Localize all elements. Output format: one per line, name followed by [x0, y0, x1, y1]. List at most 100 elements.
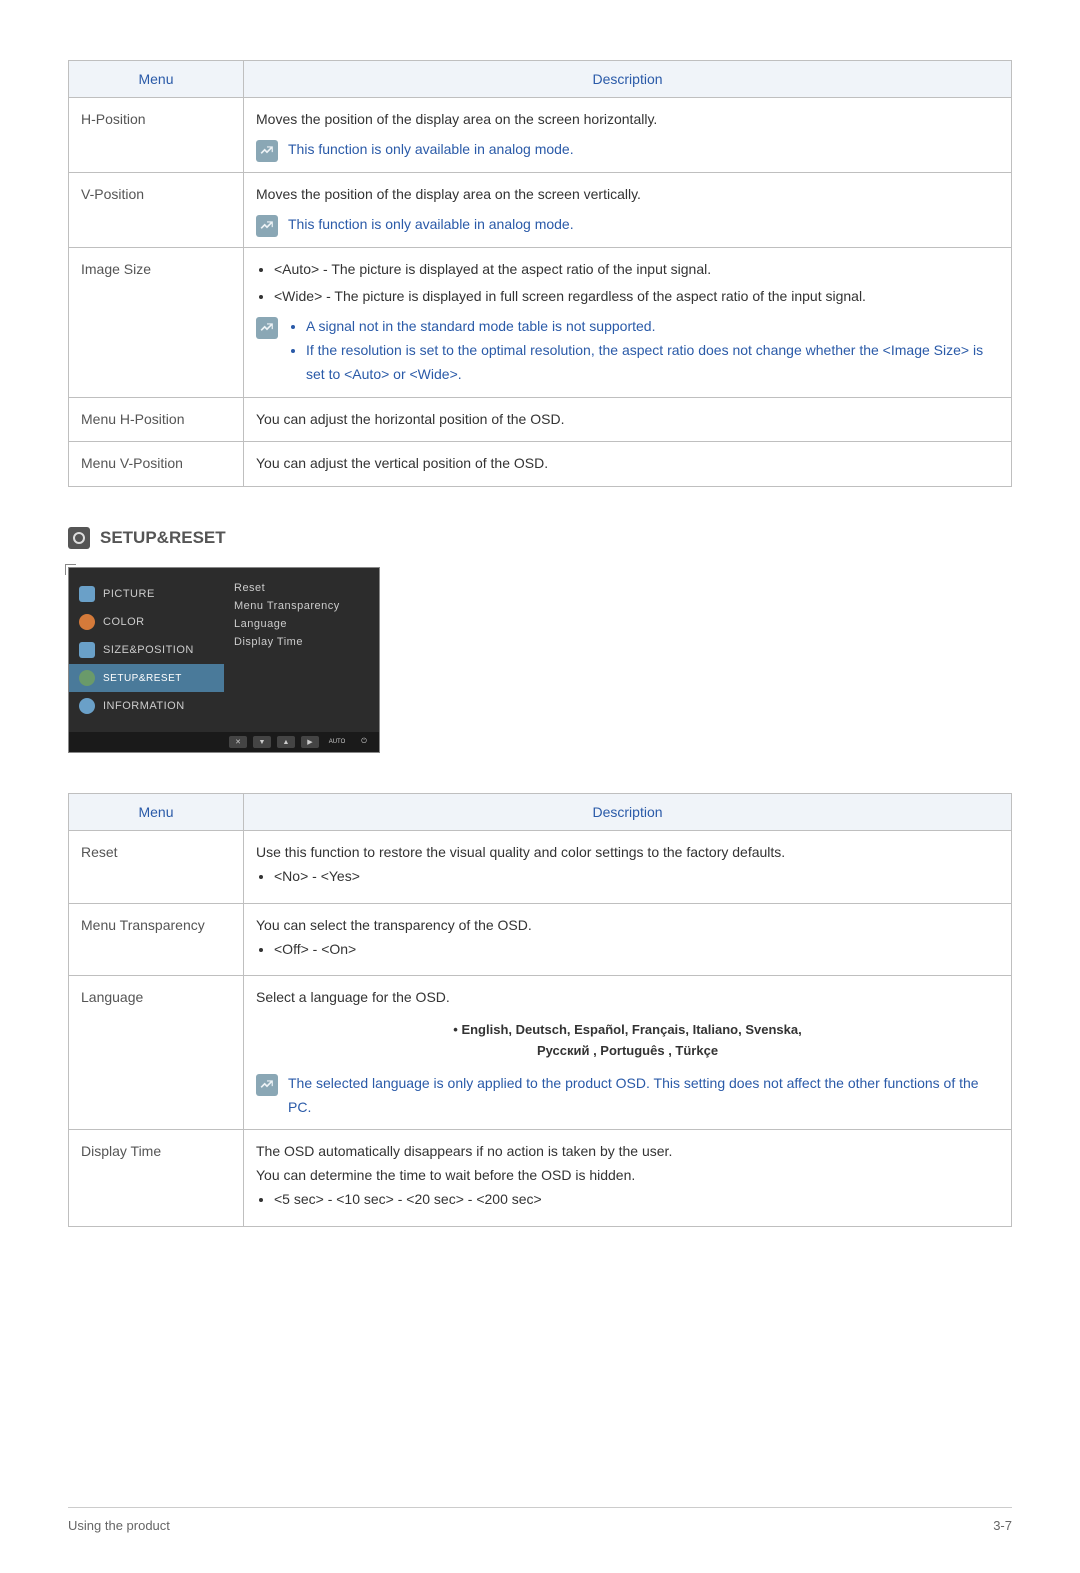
note: A signal not in the standard mode table …: [256, 315, 999, 386]
desc-cell: You can adjust the horizontal position o…: [244, 397, 1012, 442]
osd-corner-decoration: [65, 564, 76, 575]
menu-cell: Display Time: [69, 1130, 244, 1226]
osd-sub-item: Language: [234, 618, 369, 630]
col-menu: Menu: [69, 794, 244, 831]
table-row: Reset Use this function to restore the v…: [69, 831, 1012, 904]
note-icon: [256, 317, 278, 339]
heading-text: SETUP&RESET: [100, 528, 226, 548]
table-row: H-Position Moves the position of the dis…: [69, 98, 1012, 173]
section-heading: SETUP&RESET: [68, 527, 1012, 549]
desc-cell: <Auto> - The picture is displayed at the…: [244, 247, 1012, 397]
desc-text: Use this function to restore the visual …: [256, 841, 999, 865]
list-item: <No> - <Yes>: [274, 865, 999, 889]
osd-submenu: Reset Menu Transparency Language Display…: [224, 568, 379, 732]
desc-text: Moves the position of the display area o…: [256, 183, 999, 207]
table-row: Image Size <Auto> - The picture is displ…: [69, 247, 1012, 397]
table-row: V-Position Moves the position of the dis…: [69, 172, 1012, 247]
desc-text: The OSD automatically disappears if no a…: [256, 1140, 999, 1164]
list-item: A signal not in the standard mode table …: [306, 315, 999, 339]
menu-cell: Menu Transparency: [69, 903, 244, 976]
setup-icon: [79, 670, 95, 686]
note-text: The selected language is only applied to…: [288, 1072, 999, 1120]
col-desc: Description: [244, 61, 1012, 98]
color-icon: [79, 614, 95, 630]
menu-cell: H-Position: [69, 98, 244, 173]
menu-cell: V-Position: [69, 172, 244, 247]
osd-enter-icon: ▶: [301, 736, 319, 748]
osd-item-info: INFORMATION: [69, 692, 224, 720]
osd-label: SETUP&RESET: [103, 673, 182, 684]
menu-cell: Menu H-Position: [69, 397, 244, 442]
desc-text: Select a language for the OSD.: [256, 986, 999, 1010]
desc-list: <5 sec> - <10 sec> - <20 sec> - <200 sec…: [256, 1188, 999, 1212]
col-menu: Menu: [69, 61, 244, 98]
osd-item-picture: PICTURE: [69, 580, 224, 608]
desc-cell: You can adjust the vertical position of …: [244, 442, 1012, 487]
osd-item-size: SIZE&POSITION: [69, 636, 224, 664]
setup-reset-icon: [68, 527, 90, 549]
osd-screenshot: PICTURE COLOR SIZE&POSITION SETUP&RESET …: [68, 567, 380, 753]
table-row: Display Time The OSD automatically disap…: [69, 1130, 1012, 1226]
desc-text: Moves the position of the display area o…: [256, 108, 999, 132]
desc-cell: The OSD automatically disappears if no a…: [244, 1130, 1012, 1226]
col-desc: Description: [244, 794, 1012, 831]
desc-cell: Moves the position of the display area o…: [244, 98, 1012, 173]
note-icon: [256, 1074, 278, 1096]
osd-label: COLOR: [103, 616, 145, 628]
desc-list: <Auto> - The picture is displayed at the…: [256, 258, 999, 310]
page-footer: Using the product 3-7: [68, 1507, 1012, 1533]
desc-list: <No> - <Yes>: [256, 865, 999, 889]
osd-menu-list: PICTURE COLOR SIZE&POSITION SETUP&RESET …: [69, 568, 224, 732]
note-text: This function is only available in analo…: [288, 213, 999, 237]
lang-line: • English, Deutsch, Español, Français, I…: [256, 1020, 999, 1041]
desc-text: You can determine the time to wait befor…: [256, 1164, 999, 1188]
note: This function is only available in analo…: [256, 138, 999, 162]
list-item: <5 sec> - <10 sec> - <20 sec> - <200 sec…: [274, 1188, 999, 1212]
note-icon: [256, 140, 278, 162]
desc-text: You can select the transparency of the O…: [256, 914, 999, 938]
osd-power-icon: ⏻: [355, 736, 373, 748]
table-row: Menu V-Position You can adjust the verti…: [69, 442, 1012, 487]
note-text: This function is only available in analo…: [288, 138, 999, 162]
list-item: <Wide> - The picture is displayed in ful…: [274, 285, 999, 309]
note: This function is only available in analo…: [256, 213, 999, 237]
list-item: If the resolution is set to the optimal …: [306, 339, 999, 387]
osd-down-icon: ▼: [253, 736, 271, 748]
size-position-table: Menu Description H-Position Moves the po…: [68, 60, 1012, 487]
osd-item-setup-active: SETUP&RESET: [69, 664, 224, 692]
osd-label: SIZE&POSITION: [103, 644, 194, 656]
desc-cell: You can select the transparency of the O…: [244, 903, 1012, 976]
info-icon: [79, 698, 95, 714]
desc-cell: Moves the position of the display area o…: [244, 172, 1012, 247]
osd-auto-label: AUTO: [325, 736, 349, 748]
setup-reset-table: Menu Description Reset Use this function…: [68, 793, 1012, 1227]
menu-cell: Image Size: [69, 247, 244, 397]
menu-cell: Language: [69, 976, 244, 1130]
menu-cell: Reset: [69, 831, 244, 904]
footer-left: Using the product: [68, 1518, 170, 1533]
footer-right: 3-7: [993, 1518, 1012, 1533]
lang-line: Русский , Português , Türkçe: [256, 1041, 999, 1062]
desc-cell: Select a language for the OSD. • English…: [244, 976, 1012, 1130]
osd-label: INFORMATION: [103, 700, 185, 712]
list-item: <Auto> - The picture is displayed at the…: [274, 258, 999, 282]
osd-bottom-bar: ✕ ▼ ▲ ▶ AUTO ⏻: [69, 732, 379, 752]
osd-sub-item: Reset: [234, 582, 369, 594]
osd-up-icon: ▲: [277, 736, 295, 748]
osd-label: PICTURE: [103, 588, 155, 600]
table-row: Menu Transparency You can select the tra…: [69, 903, 1012, 976]
osd-item-color: COLOR: [69, 608, 224, 636]
table-row: Language Select a language for the OSD. …: [69, 976, 1012, 1130]
list-item: <Off> - <On>: [274, 938, 999, 962]
desc-cell: Use this function to restore the visual …: [244, 831, 1012, 904]
size-icon: [79, 642, 95, 658]
osd-close-icon: ✕: [229, 736, 247, 748]
note: The selected language is only applied to…: [256, 1072, 999, 1120]
note-text: A signal not in the standard mode table …: [288, 315, 999, 386]
table-row: Menu H-Position You can adjust the horiz…: [69, 397, 1012, 442]
note-icon: [256, 215, 278, 237]
desc-list: <Off> - <On>: [256, 938, 999, 962]
picture-icon: [79, 586, 95, 602]
language-list: • English, Deutsch, Español, Français, I…: [256, 1020, 999, 1062]
osd-sub-item: Menu Transparency: [234, 600, 369, 612]
